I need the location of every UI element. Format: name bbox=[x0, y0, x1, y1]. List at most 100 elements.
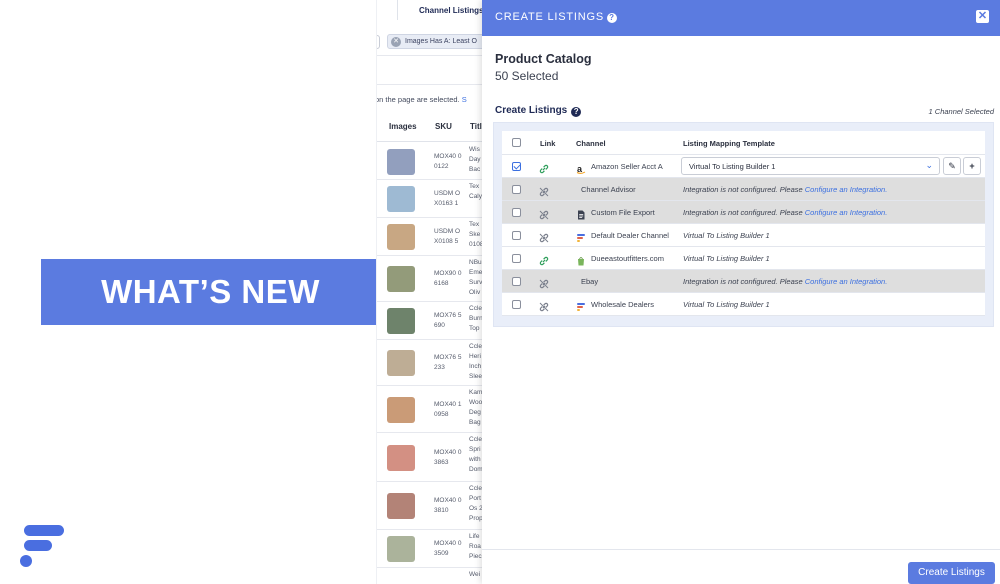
product-row[interactable]: MOX76 5690 Ccle Burn Top bbox=[377, 302, 486, 340]
product-row[interactable]: MOX90 06168 NBu Eme Surv Oliv bbox=[377, 256, 486, 302]
link-icon bbox=[539, 253, 549, 266]
select-all-link[interactable]: S bbox=[462, 95, 467, 104]
brand-logo-icon bbox=[20, 525, 64, 567]
column-header-images[interactable]: Images bbox=[389, 122, 417, 131]
channel-row[interactable]: Channel Advisor Integration is not config… bbox=[502, 178, 985, 201]
template-select[interactable]: Virtual To Listing Builder 1 ⌄ bbox=[681, 157, 940, 175]
column-header-template: Listing Mapping Template bbox=[683, 139, 775, 148]
brand-stripes-icon bbox=[576, 299, 586, 311]
product-thumbnail bbox=[387, 350, 415, 376]
product-sku: MOX40 03509 bbox=[434, 540, 462, 557]
unlink-icon bbox=[539, 184, 549, 197]
filter-chip-label: Images Has A: Least O bbox=[405, 38, 477, 45]
link-icon bbox=[539, 161, 549, 174]
channel-table: Link Channel Listing Mapping Template aA… bbox=[502, 131, 985, 316]
channel-checkbox[interactable] bbox=[512, 254, 521, 263]
whats-new-title: WHAT’S NEW bbox=[101, 273, 320, 310]
product-sku: USDM OX0163 1 bbox=[434, 190, 460, 207]
product-thumbnail bbox=[387, 186, 415, 212]
integration-warning: Integration is not configured. Please Co… bbox=[683, 208, 887, 217]
product-row[interactable]: MOX40 03509 Life Roa Piec bbox=[377, 530, 486, 568]
product-sku: MOX40 10958 bbox=[434, 400, 462, 418]
integration-warning: Integration is not configured. Please Co… bbox=[683, 185, 887, 194]
create-listings-modal: CREATE LISTINGS? ✕ Product Catalog 50 Se… bbox=[482, 0, 1000, 584]
close-button[interactable]: ✕ bbox=[976, 10, 989, 23]
unlink-icon bbox=[539, 276, 549, 289]
column-header-sku[interactable]: SKU bbox=[435, 122, 452, 131]
product-sku: MOX76 5690 bbox=[434, 312, 462, 329]
channel-name: Ebay bbox=[581, 277, 599, 286]
channel-name: Amazon Seller Acct A bbox=[591, 162, 663, 171]
channel-row[interactable]: Wholesale Dealers Virtual To Listing Buil… bbox=[502, 293, 985, 316]
whats-new-banner: WHAT’S NEW bbox=[41, 259, 380, 325]
configure-integration-link[interactable]: Configure an Integration. bbox=[805, 208, 888, 217]
document-icon bbox=[576, 207, 586, 220]
channel-name: Dueeastoutfitters.com bbox=[591, 254, 664, 263]
channel-table-header: Link Channel Listing Mapping Template bbox=[502, 131, 985, 155]
channel-count: 1 Channel Selected bbox=[928, 107, 994, 116]
filter-chip[interactable]: ✕ Images Has A: Least O bbox=[387, 34, 486, 49]
add-template-button[interactable]: + bbox=[963, 157, 981, 175]
product-sku: MOX90 06168 bbox=[434, 270, 462, 287]
column-header-link: Link bbox=[540, 139, 556, 148]
template-name: Virtual To Listing Builder 1 bbox=[683, 231, 770, 240]
toolbar-row bbox=[377, 57, 486, 85]
product-row[interactable]: USDM OX0108 5 Tex Ske 0108 bbox=[377, 218, 486, 256]
tab-divider bbox=[397, 0, 398, 20]
channel-row[interactable]: a Amazon Seller Acct A Virtual To Listing … bbox=[502, 155, 985, 178]
integration-warning-text: Integration is not configured. Please bbox=[683, 208, 805, 217]
channel-checkbox[interactable] bbox=[512, 208, 521, 217]
product-row[interactable]: MOX40 00122 Wis Day Bac bbox=[377, 143, 486, 180]
filter-bar: ✕ Images Has A: Least O bbox=[377, 28, 486, 56]
configure-integration-link[interactable]: Configure an Integration. bbox=[805, 277, 888, 286]
catalog-title: Product Catalog bbox=[495, 52, 592, 66]
amazon-icon: a bbox=[576, 161, 586, 174]
product-sku: USDM OX0108 5 bbox=[434, 228, 460, 245]
product-row[interactable]: MOX40 03863 Ccle Spri with Dom bbox=[377, 433, 486, 482]
product-sku: MOX40 00122 bbox=[434, 152, 462, 170]
channel-row[interactable]: Ebay Integration is not configured. Pleas… bbox=[502, 270, 985, 293]
remove-filter-icon[interactable]: ✕ bbox=[391, 36, 401, 47]
tab-channel-listings[interactable]: Channel Listings bbox=[419, 6, 483, 15]
product-row[interactable]: Wei bbox=[377, 568, 486, 584]
unlink-icon bbox=[539, 299, 549, 312]
product-thumbnail bbox=[387, 224, 415, 250]
product-sku: MOX40 03810 bbox=[434, 497, 462, 514]
channel-name: Channel Advisor bbox=[581, 185, 636, 194]
channel-checkbox[interactable] bbox=[512, 277, 521, 286]
product-row[interactable]: USDM OX0163 1 Tex Caly bbox=[377, 180, 486, 218]
product-row[interactable]: MOX40 10958 Kam Woo Deg Bag bbox=[377, 386, 486, 433]
channel-name: Custom File Export bbox=[591, 208, 655, 217]
unlink-icon bbox=[539, 207, 549, 220]
selected-count: 50 Selected bbox=[495, 69, 559, 83]
column-header-channel: Channel bbox=[576, 139, 606, 148]
channel-checkbox[interactable] bbox=[512, 185, 521, 194]
selection-note-text: on the page are selected. bbox=[376, 95, 460, 104]
channel-checkbox[interactable] bbox=[512, 231, 521, 240]
channel-panel: Link Channel Listing Mapping Template aA… bbox=[493, 122, 994, 327]
template-name: Virtual To Listing Builder 1 bbox=[683, 254, 770, 263]
help-icon[interactable]: ? bbox=[606, 13, 617, 23]
product-sku: MOX40 03863 bbox=[434, 448, 462, 466]
channel-row[interactable]: Default Dealer Channel Virtual To Listing… bbox=[502, 224, 985, 247]
edit-template-button[interactable]: ✎ bbox=[943, 157, 961, 175]
product-row[interactable]: MOX40 03810 Ccle Port Os 2 Prop bbox=[377, 482, 486, 530]
channel-checkbox[interactable] bbox=[512, 300, 521, 309]
modal-title-text: CREATE LISTINGS bbox=[495, 11, 604, 23]
product-row[interactable]: MOX76 5233 Ccle Heri Inch Slee bbox=[377, 340, 486, 386]
section-help-icon[interactable]: ? bbox=[571, 107, 582, 117]
unlink-icon bbox=[539, 230, 549, 243]
select-all-checkbox[interactable] bbox=[512, 138, 521, 147]
filter-input[interactable] bbox=[377, 35, 380, 49]
channel-checkbox[interactable] bbox=[512, 162, 521, 171]
section-heading-text: Create Listings bbox=[495, 105, 568, 116]
create-listings-button[interactable]: Create Listings bbox=[908, 562, 995, 584]
column-header-title[interactable]: Titl bbox=[470, 122, 482, 131]
product-thumbnail bbox=[387, 148, 415, 175]
channel-row[interactable]: Custom File Export Integration is not con… bbox=[502, 201, 985, 224]
modal-header: CREATE LISTINGS? ✕ bbox=[482, 0, 1000, 36]
shopify-icon bbox=[576, 253, 586, 266]
channel-row[interactable]: Dueeastoutfitters.com Virtual To Listing … bbox=[502, 247, 985, 270]
plus-icon: + bbox=[969, 161, 975, 171]
configure-integration-link[interactable]: Configure an Integration. bbox=[805, 185, 888, 194]
